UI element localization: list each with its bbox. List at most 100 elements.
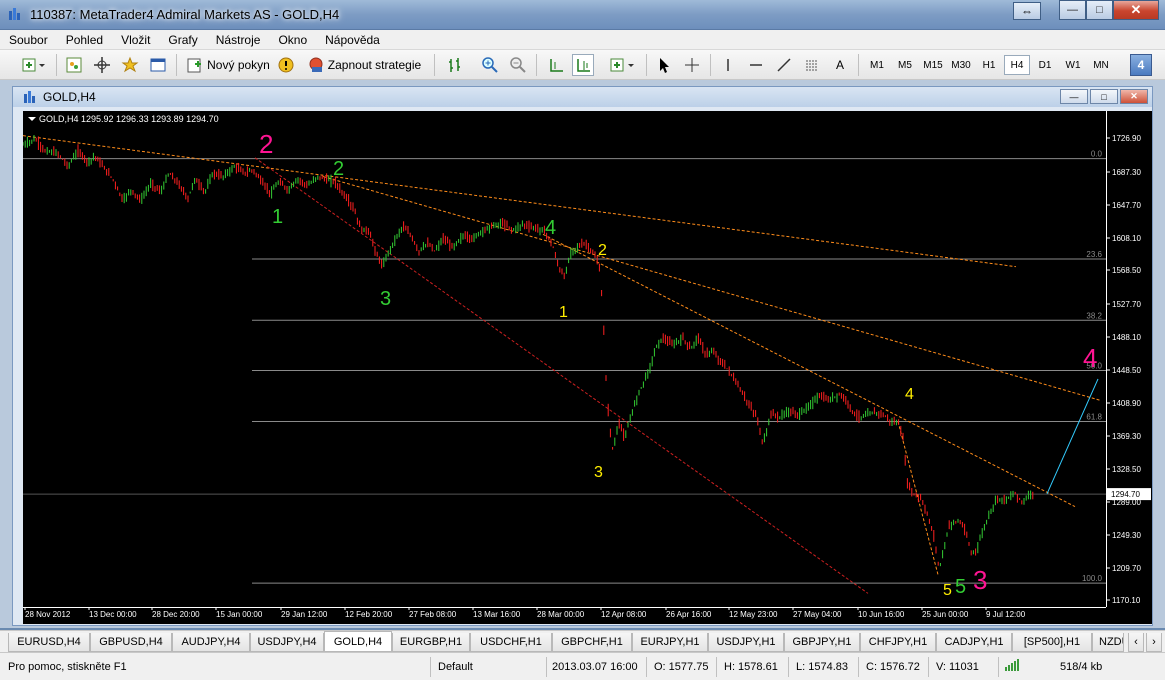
status-open: O: 1577.75	[654, 661, 709, 673]
menu-vlozit[interactable]: Vložit	[112, 33, 159, 47]
time-tick-label: 27 Feb 08:00	[409, 610, 457, 619]
timeframe-h1[interactable]: H1	[976, 55, 1002, 75]
chart-menu-icon	[28, 117, 36, 121]
time-tick-label: 15 Jan 00:00	[216, 610, 263, 619]
trendline-button[interactable]	[774, 54, 794, 76]
maximize-button[interactable]: □	[1086, 0, 1113, 20]
timeframe-m15[interactable]: M15	[920, 55, 946, 75]
zoom-in-icon	[482, 57, 498, 73]
timeframe-m5[interactable]: M5	[892, 55, 918, 75]
community-badge[interactable]: 4	[1130, 54, 1152, 76]
tab-cadjpy-h1[interactable]: CADJPY,H1	[936, 633, 1012, 652]
window-titlebar[interactable]: 110387: MetaTrader4 Admiral Markets AS -…	[0, 0, 1165, 30]
timeframe-m1[interactable]: M1	[864, 55, 890, 75]
timeframe-mn[interactable]: MN	[1088, 55, 1114, 75]
status-profile[interactable]: Default	[438, 658, 473, 676]
chart-shift-button[interactable]	[546, 54, 566, 76]
fib-level-label: 100.0	[1082, 574, 1103, 583]
horizontal-line-button[interactable]	[746, 54, 766, 76]
tab-eurgbp-h1[interactable]: EURGBP,H1	[392, 633, 470, 652]
tab-gbpusd-h4[interactable]: GBPUSD,H4	[90, 633, 172, 652]
time-tick-label: 12 May 23:00	[729, 610, 778, 619]
text-tool-button[interactable]: A	[830, 54, 850, 76]
terminal-button[interactable]	[148, 54, 168, 76]
time-tick-label: 10 Jun 16:00	[858, 610, 905, 619]
tabs-scroll-left[interactable]: ‹	[1128, 633, 1144, 652]
chart-close-button[interactable]: ✕	[1120, 89, 1148, 104]
current-price-label: 1294.70	[1111, 490, 1140, 499]
zoom-out-button[interactable]	[508, 54, 528, 76]
menu-nastroje[interactable]: Nástroje	[207, 33, 270, 47]
timeframe-d1[interactable]: D1	[1032, 55, 1058, 75]
menu-okno[interactable]: Okno	[269, 33, 316, 47]
tab-usdjpy-h4[interactable]: USDJPY,H4	[250, 633, 324, 652]
vertical-line-button[interactable]	[718, 54, 738, 76]
new-order-button[interactable]: Nový pokyn	[184, 54, 272, 76]
fib-level-label: 61.8	[1086, 413, 1102, 422]
new-chart-icon	[22, 58, 45, 72]
vertical-line-icon	[727, 59, 729, 71]
minimize-button[interactable]: —	[1059, 0, 1086, 20]
cursor-button[interactable]	[654, 54, 674, 76]
tab-nzdu[interactable]: NZDU	[1092, 633, 1124, 652]
upper-trendline	[22, 135, 1017, 268]
chart-window-titlebar[interactable]: GOLD,H4 — □ ✕	[13, 87, 1152, 107]
autoscroll-button[interactable]	[572, 54, 594, 76]
menu-pohled[interactable]: Pohled	[57, 33, 112, 47]
wave-label: 5	[943, 582, 952, 599]
auto-trading-button[interactable]: Zapnout strategie	[302, 54, 426, 76]
chart-restore-button[interactable]: □	[1090, 89, 1118, 104]
wave-label: 4	[1083, 343, 1097, 373]
indicators-button[interactable]	[608, 54, 638, 76]
market-watch-button[interactable]	[64, 54, 84, 76]
status-bar: Pro pomoc, stiskněte F1 Default 2013.03.…	[0, 652, 1165, 680]
wave-label: 3	[594, 464, 603, 481]
tab-gold-h4[interactable]: GOLD,H4	[324, 631, 392, 652]
zoom-in-button[interactable]	[480, 54, 500, 76]
navigator-button[interactable]	[92, 54, 112, 76]
price-chart-svg: GOLD,H4 1295.92 1296.33 1293.89 1294.70 0…	[22, 114, 1106, 599]
alert-button[interactable]	[276, 54, 296, 76]
tab-gbpjpy-h1[interactable]: GBPJPY,H1	[784, 633, 860, 652]
restore-chart-button[interactable]: ⇔	[1013, 2, 1041, 20]
tab-usdjpy-h1[interactable]: USDJPY,H1	[708, 633, 784, 652]
time-tick-label: 12 Feb 20:00	[345, 610, 393, 619]
price-chart[interactable]: GOLD,H4 1295.92 1296.33 1293.89 1294.70 0…	[22, 111, 1106, 607]
tab-eurjpy-h1[interactable]: EURJPY,H1	[632, 633, 708, 652]
tab-eurusd-h4[interactable]: EURUSD,H4	[8, 633, 90, 652]
new-chart-button[interactable]	[18, 54, 48, 76]
tab-usdchf-h1[interactable]: USDCHF,H1	[470, 633, 552, 652]
timeframe-w1[interactable]: W1	[1060, 55, 1086, 75]
price-axis[interactable]: 1726.90 1687.30 1647.70 1608.10 1568.50 1527.…	[1106, 111, 1152, 607]
close-button[interactable]: ✕	[1113, 0, 1159, 20]
cursor-arrow-icon	[660, 58, 669, 73]
timeframe-h4[interactable]: H4	[1004, 55, 1030, 75]
fib-level-label: 23.6	[1086, 250, 1102, 259]
menu-napoveda[interactable]: Nápověda	[316, 33, 389, 47]
timeframe-m30[interactable]: M30	[948, 55, 974, 75]
tab-audjpy-h4[interactable]: AUDJPY,H4	[172, 633, 250, 652]
chart-window-title: GOLD,H4	[43, 90, 96, 104]
price-tick-label: 1687.30	[1112, 168, 1141, 177]
favorites-button[interactable]	[120, 54, 140, 76]
price-tick-label: 1647.70	[1112, 201, 1141, 210]
chevron-left-icon: ‹	[1134, 636, 1138, 648]
price-tick-label: 1249.30	[1112, 531, 1141, 540]
tabs-scroll-right[interactable]: ›	[1146, 633, 1162, 652]
chart-minimize-button[interactable]: —	[1060, 89, 1088, 104]
tab-gbpchf-h1[interactable]: GBPCHF,H1	[552, 633, 632, 652]
new-order-label: Nový pokyn	[207, 58, 270, 72]
tab-chfjpy-h1[interactable]: CHFJPY,H1	[860, 633, 936, 652]
menu-soubor[interactable]: Soubor	[0, 33, 57, 47]
time-axis[interactable]: 28 Nov 2012 13 Dec 00:00 28 Dec 20:00 15 Ja…	[23, 607, 1152, 620]
chart-bottom-bar	[23, 620, 1152, 624]
crosshair-button[interactable]	[682, 54, 702, 76]
warning-icon	[278, 57, 294, 73]
tab-sp500-h1[interactable]: [SP500],H1	[1012, 633, 1092, 652]
crosshair-move-icon	[94, 57, 110, 73]
channel-icon	[806, 60, 818, 71]
channel-button[interactable]	[802, 54, 822, 76]
bar-chart-button[interactable]	[444, 54, 466, 76]
wave-label: 5	[955, 576, 966, 598]
menu-grafy[interactable]: Grafy	[159, 33, 206, 47]
